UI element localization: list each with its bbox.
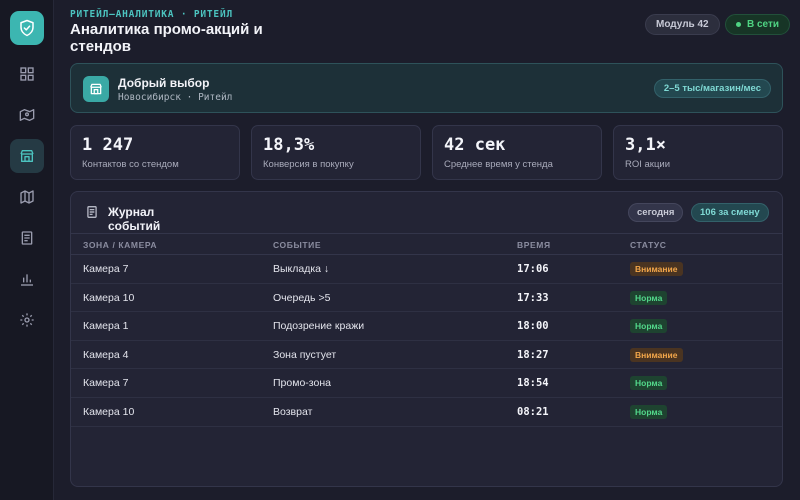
- status-badge: Норма: [630, 404, 668, 419]
- column-header-time[interactable]: ВРЕМЯ: [517, 240, 551, 250]
- page-title: Аналитика промо-акций и стендов: [70, 21, 263, 55]
- zone-cell: Камера 10: [83, 405, 135, 418]
- kpi-dwell-time: 42 сек Среднее время у стенда: [432, 125, 602, 180]
- kpi-contacts: 1 247 Контактов со стендом: [70, 125, 240, 180]
- table-header: ЗОНА / КАМЕРА СОБЫТИЕ ВРЕМЯ СТАТУС: [71, 233, 782, 255]
- zone-cell: Камера 7: [83, 377, 129, 390]
- gear-icon[interactable]: [10, 303, 44, 337]
- store-name: Добрый выбор: [118, 76, 210, 90]
- store-card[interactable]: Добрый выбор Новосибирск · Ритейл 2–5 ты…: [70, 63, 783, 113]
- shield-logo-icon[interactable]: [10, 11, 44, 45]
- shift-count-chip[interactable]: 106 за смену: [691, 203, 769, 222]
- journal-title: Журнал событий: [108, 205, 161, 233]
- event-cell: Промо-зона: [273, 377, 331, 390]
- zone-cell: Камера 7: [83, 263, 129, 275]
- kpi-roi: 3,1× ROI акции: [613, 125, 783, 180]
- event-cell: Зона пустует: [273, 348, 337, 361]
- kpi-label: Конверсия в покупку: [263, 159, 354, 170]
- store-location: Новосибирск · Ритейл: [118, 92, 233, 103]
- time-cell: 17:33: [517, 291, 549, 304]
- time-cell: 18:27: [517, 348, 549, 361]
- status-badge: Норма: [630, 319, 668, 334]
- journal-icon: [85, 205, 99, 224]
- table-row[interactable]: Камера 4 Зона пустует 18:27 Внимание: [71, 341, 782, 370]
- document-icon[interactable]: [10, 221, 44, 255]
- dashboard-icon[interactable]: [10, 57, 44, 91]
- kpi-label: Среднее время у стенда: [444, 159, 553, 170]
- zone-cell: Камера 4: [83, 348, 129, 361]
- kpi-label: Контактов со стендом: [82, 159, 179, 170]
- status-badge: Норма: [630, 376, 668, 391]
- map-icon[interactable]: [10, 180, 44, 214]
- kpi-value: 1 247: [82, 135, 134, 155]
- status-badge: Внимание: [630, 347, 683, 362]
- table-row[interactable]: Камера 10 Очередь >5 17:33 Норма: [71, 284, 782, 313]
- time-cell: 17:06: [517, 263, 549, 275]
- online-label: В сети: [747, 19, 780, 30]
- column-header-status[interactable]: СТАТУС: [630, 240, 667, 250]
- today-filter-chip[interactable]: сегодня: [628, 203, 684, 222]
- kpi-value: 18,3%: [263, 135, 315, 155]
- bar-chart-icon[interactable]: [10, 262, 44, 296]
- status-badge: Внимание: [630, 262, 683, 276]
- module-label: Модуль 42: [656, 19, 709, 30]
- kpi-value: 3,1×: [625, 135, 666, 155]
- time-cell: 18:00: [517, 320, 549, 333]
- column-header-event[interactable]: СОБЫТИЕ: [273, 240, 321, 250]
- traffic-badge: 2–5 тыс/магазин/мес: [653, 79, 771, 98]
- event-cell: Очередь >5: [273, 291, 331, 304]
- event-cell: Подозрение кражи: [273, 320, 365, 333]
- status-badge: Норма: [630, 290, 668, 305]
- sidebar: [0, 0, 54, 500]
- table-row[interactable]: Камера 1 Подозрение кражи 18:00 Норма: [71, 312, 782, 341]
- map-route-icon[interactable]: [10, 98, 44, 132]
- zone-cell: Камера 10: [83, 291, 135, 304]
- time-cell: 08:21: [517, 405, 549, 418]
- online-dot-icon: [736, 22, 741, 27]
- event-journal-panel: Журнал событий сегодня 106 за смену ЗОНА…: [70, 191, 783, 487]
- online-status-badge: В сети: [725, 14, 791, 35]
- kpi-conversion: 18,3% Конверсия в покупку: [251, 125, 421, 180]
- event-cell: Выкладка ↓: [273, 263, 330, 275]
- store-icon[interactable]: [10, 139, 44, 173]
- table-row[interactable]: Камера 7 Промо-зона 18:54 Норма: [71, 369, 782, 398]
- kpi-label: ROI акции: [625, 159, 671, 170]
- table-row[interactable]: Камера 10 Возврат 08:21 Норма: [71, 398, 782, 427]
- zone-cell: Камера 1: [83, 320, 129, 333]
- column-header-zone[interactable]: ЗОНА / КАМЕРА: [83, 240, 157, 250]
- breadcrumb: РИТЕЙЛ—АНАЛИТИКА · РИТЕЙЛ: [70, 9, 233, 20]
- events-table: ЗОНА / КАМЕРА СОБЫТИЕ ВРЕМЯ СТАТУС Камер…: [71, 233, 782, 427]
- table-row[interactable]: Камера 7 Выкладка ↓ 17:06 Внимание: [71, 255, 782, 284]
- event-cell: Возврат: [273, 405, 313, 418]
- kpi-value: 42 сек: [444, 135, 506, 155]
- storefront-icon: [83, 76, 109, 102]
- module-badge[interactable]: Модуль 42: [645, 14, 720, 35]
- time-cell: 18:54: [517, 377, 549, 390]
